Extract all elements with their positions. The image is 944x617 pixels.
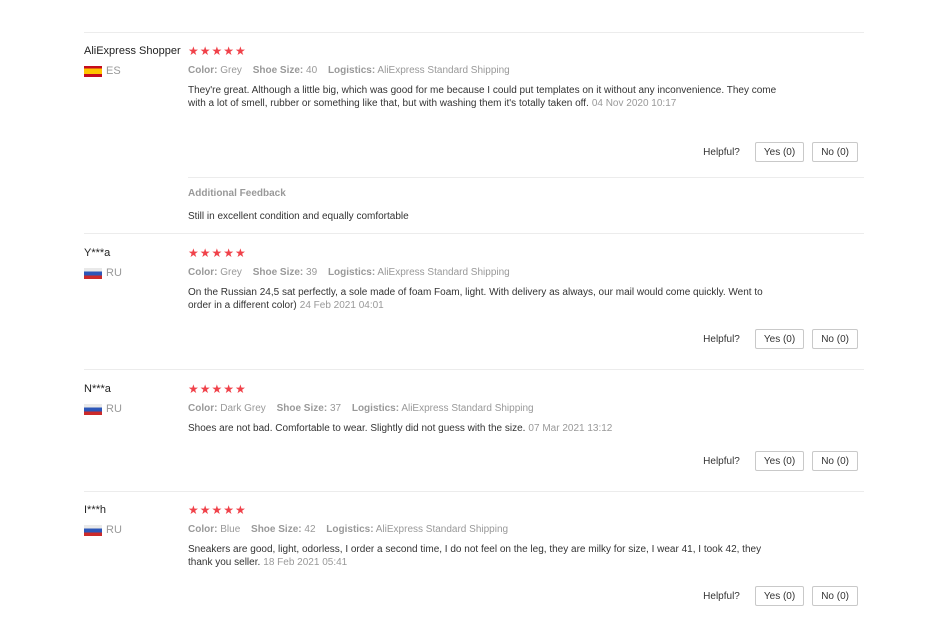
helpful-controls: Helpful? Yes (0) No (0) [703, 586, 858, 606]
additional-feedback-text: Still in excellent condition and equally… [188, 211, 409, 222]
size-label: Shoe Size: [252, 267, 304, 278]
logistics-label: Logistics: [351, 403, 400, 414]
review-divider [84, 369, 864, 370]
reviewer-info: Y***a RU [84, 246, 188, 280]
review-item: AliExpress Shopper ES ★★★★★ Color: Grey … [84, 44, 864, 234]
logistics-label: Logistics: [327, 267, 376, 278]
review-content: ★★★★★ Color: Dark Grey Shoe Size: 37 Log… [188, 382, 864, 435]
color-label: Color: [188, 65, 218, 76]
country-code: RU [106, 524, 122, 536]
logistics-value: AliExpress Standard Shipping [377, 267, 510, 278]
review-date: 18 Feb 2021 05:41 [263, 557, 348, 568]
helpful-controls: Helpful? Yes (0) No (0) [703, 329, 858, 349]
helpful-yes-button[interactable]: Yes (0) [754, 329, 805, 349]
size-label: Shoe Size: [276, 403, 328, 414]
review-item: Y***a RU ★★★★★ Color: Grey Shoe Size: 39… [84, 246, 864, 370]
color-label: Color: [188, 524, 218, 535]
additional-feedback-title: Additional Feedback [188, 188, 286, 199]
helpful-label: Helpful? [703, 455, 740, 467]
review-text: Shoes are not bad. Comfortable to wear. … [188, 423, 526, 434]
review-date: 07 Mar 2021 13:12 [528, 423, 613, 434]
helpful-no-button[interactable]: No (0) [812, 329, 858, 349]
country-code: ES [106, 65, 121, 77]
review-text-block: They're great. Although a little big, wh… [188, 84, 778, 110]
reviewer-info: N***a RU [84, 382, 188, 416]
color-label: Color: [188, 267, 218, 278]
helpful-no-button[interactable]: No (0) [812, 586, 858, 606]
review-text-block: Sneakers are good, light, odorless, I or… [188, 543, 778, 569]
reviewer-info: I***h RU [84, 503, 188, 537]
additional-feedback-divider [188, 177, 864, 178]
logistics-value: AliExpress Standard Shipping [375, 524, 509, 535]
product-attributes: Color: Blue Shoe Size: 42 Logistics: Ali… [188, 523, 864, 536]
size-value: 40 [306, 65, 318, 76]
helpful-label: Helpful? [703, 333, 740, 345]
helpful-no-button[interactable]: No (0) [812, 451, 858, 471]
reviewer-country: RU [84, 402, 188, 416]
review-date: 24 Feb 2021 04:01 [299, 300, 384, 311]
helpful-yes-button[interactable]: Yes (0) [754, 142, 805, 162]
color-value: Dark Grey [220, 403, 266, 414]
review-content: ★★★★★ Color: Grey Shoe Size: 39 Logistic… [188, 246, 864, 312]
size-value: 37 [329, 403, 342, 414]
review-divider [84, 491, 864, 492]
logistics-value: AliExpress Standard Shipping [401, 403, 534, 414]
size-label: Shoe Size: [251, 524, 302, 535]
reviewer-country: ES [84, 64, 188, 78]
review-item: I***h RU ★★★★★ Color: Blue Shoe Size: 42… [84, 503, 864, 613]
color-label: Color: [188, 403, 218, 414]
reviewer-country: RU [84, 266, 188, 280]
review-text: On the Russian 24,5 sat perfectly, a sol… [188, 287, 763, 311]
size-value: 42 [304, 524, 316, 535]
product-attributes: Color: Grey Shoe Size: 40 Logistics: Ali… [188, 64, 864, 77]
review-text-block: Shoes are not bad. Comfortable to wear. … [188, 422, 778, 435]
color-value: Grey [220, 267, 242, 278]
reviewer-name: Y***a [84, 247, 111, 259]
helpful-controls: Helpful? Yes (0) No (0) [703, 451, 858, 471]
review-item: N***a RU ★★★★★ Color: Dark Grey Shoe Siz… [84, 382, 864, 492]
helpful-no-button[interactable]: No (0) [812, 142, 858, 162]
logistics-label: Logistics: [327, 65, 376, 76]
star-rating: ★★★★★ [188, 503, 247, 517]
country-code: RU [106, 267, 122, 279]
helpful-yes-button[interactable]: Yes (0) [754, 586, 805, 606]
reviewer-name: N***a [84, 383, 111, 395]
country-code: RU [106, 403, 122, 415]
helpful-label: Helpful? [703, 146, 740, 158]
reviewer-info: AliExpress Shopper ES [84, 44, 188, 78]
color-value: Blue [220, 524, 241, 535]
size-label: Shoe Size: [252, 65, 304, 76]
review-divider [84, 233, 864, 234]
top-divider [84, 32, 864, 33]
size-value: 39 [306, 267, 318, 278]
russia-flag-icon [84, 403, 102, 415]
review-content: ★★★★★ Color: Blue Shoe Size: 42 Logistic… [188, 503, 864, 569]
helpful-yes-button[interactable]: Yes (0) [754, 451, 805, 471]
review-date: 04 Nov 2020 10:17 [591, 98, 677, 109]
star-rating: ★★★★★ [188, 382, 247, 396]
review-content: ★★★★★ Color: Grey Shoe Size: 40 Logistic… [188, 44, 864, 110]
helpful-label: Helpful? [703, 590, 740, 602]
product-attributes: Color: Grey Shoe Size: 39 Logistics: Ali… [188, 266, 864, 279]
review-text: They're great. Although a little big, wh… [188, 85, 777, 109]
reviewer-name: I***h [84, 504, 107, 516]
reviewer-country: RU [84, 523, 188, 537]
star-rating: ★★★★★ [188, 44, 247, 58]
logistics-value: AliExpress Standard Shipping [377, 65, 510, 76]
star-rating: ★★★★★ [188, 246, 247, 260]
russia-flag-icon [84, 524, 102, 536]
color-value: Grey [220, 65, 242, 76]
spain-flag-icon [84, 65, 102, 77]
russia-flag-icon [84, 267, 102, 279]
logistics-label: Logistics: [326, 524, 374, 535]
helpful-controls: Helpful? Yes (0) No (0) [703, 142, 858, 162]
product-attributes: Color: Dark Grey Shoe Size: 37 Logistics… [188, 402, 864, 415]
review-text-block: On the Russian 24,5 sat perfectly, a sol… [188, 286, 778, 312]
reviewer-name: AliExpress Shopper [84, 45, 181, 57]
